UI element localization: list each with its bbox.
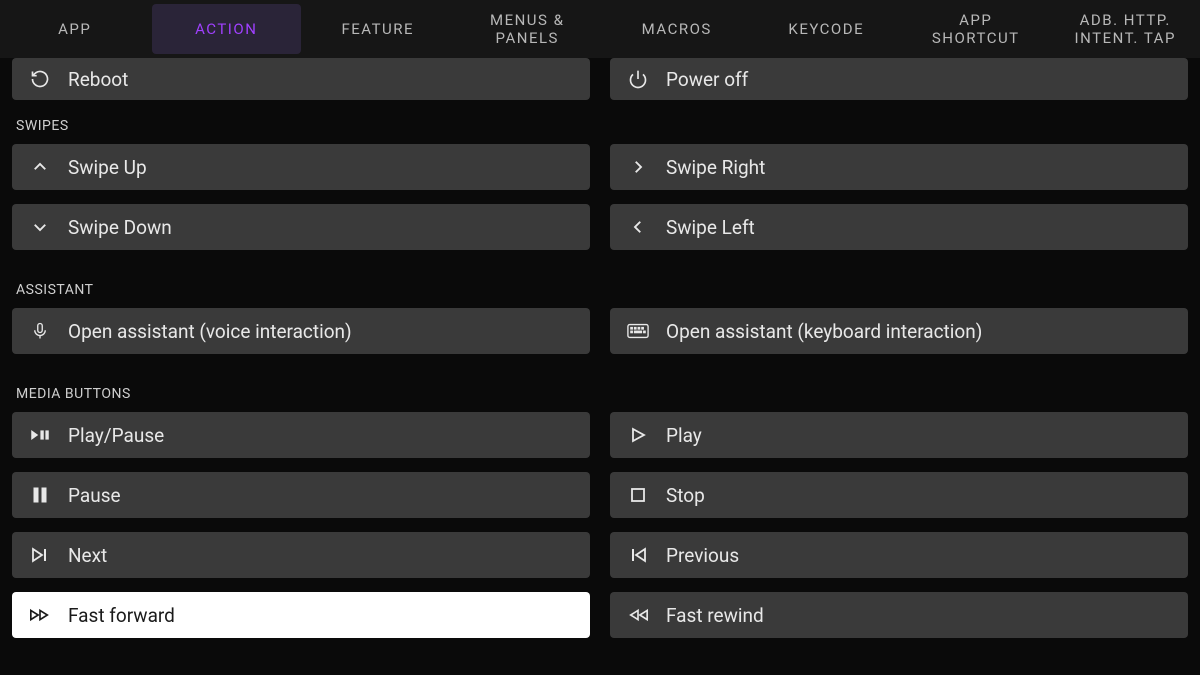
keyboard-icon <box>624 323 652 339</box>
pause-icon <box>26 487 54 503</box>
tab-label: MENUS & PANELS <box>490 11 565 47</box>
action-swipe-left[interactable]: Swipe Left <box>610 204 1188 250</box>
action-fast-rewind[interactable]: Fast rewind <box>610 592 1188 638</box>
tab-label: MACROS <box>642 20 712 38</box>
reboot-icon <box>26 69 54 89</box>
action-label: Stop <box>666 484 705 507</box>
microphone-icon <box>26 321 54 341</box>
tab-macros[interactable]: MACROS <box>602 0 752 58</box>
action-play-pause[interactable]: Play/Pause <box>12 412 590 458</box>
action-reboot[interactable]: Reboot <box>12 58 590 100</box>
action-label: Reboot <box>68 68 128 91</box>
tab-menus-panels[interactable]: MENUS & PANELS <box>453 0 603 58</box>
action-swipe-down[interactable]: Swipe Down <box>12 204 590 250</box>
action-assistant-voice[interactable]: Open assistant (voice interaction) <box>12 308 590 354</box>
section-header-media: MEDIA BUTTONS <box>12 368 1188 412</box>
action-pause[interactable]: Pause <box>12 472 590 518</box>
tab-label: FEATURE <box>341 20 414 38</box>
action-label: Open assistant (keyboard interaction) <box>666 320 982 343</box>
action-label: Pause <box>68 484 121 507</box>
tab-label: ADB. HTTP. INTENT. TAP <box>1075 11 1176 47</box>
tab-label: ACTION <box>195 20 257 38</box>
tab-bar: APP ACTION FEATURE MENUS & PANELS MACROS… <box>0 0 1200 58</box>
tab-label: APP <box>58 20 91 38</box>
chevron-left-icon <box>624 218 652 236</box>
action-play[interactable]: Play <box>610 412 1188 458</box>
action-next[interactable]: Next <box>12 532 590 578</box>
fast-forward-icon <box>26 608 54 622</box>
tab-feature[interactable]: FEATURE <box>303 0 453 58</box>
action-label: Open assistant (voice interaction) <box>68 320 352 343</box>
action-assistant-keyboard[interactable]: Open assistant (keyboard interaction) <box>610 308 1188 354</box>
chevron-right-icon <box>624 158 652 176</box>
section-header-swipes: SWIPES <box>12 100 1188 144</box>
content-area: Reboot Power off SWIPES Swipe Up <box>0 58 1200 652</box>
action-label: Swipe Right <box>666 156 765 179</box>
stop-icon <box>624 487 652 503</box>
tab-adb-http[interactable]: ADB. HTTP. INTENT. TAP <box>1051 0 1200 58</box>
action-swipe-up[interactable]: Swipe Up <box>12 144 590 190</box>
tab-label: APP SHORTCUT <box>932 11 1020 47</box>
action-label: Previous <box>666 544 739 567</box>
section-header-assistant: ASSISTANT <box>12 264 1188 308</box>
action-stop[interactable]: Stop <box>610 472 1188 518</box>
skip-next-icon <box>26 547 54 563</box>
action-power-off[interactable]: Power off <box>610 58 1188 100</box>
action-fast-forward[interactable]: Fast forward <box>12 592 590 638</box>
tab-app[interactable]: APP <box>0 0 150 58</box>
tab-action[interactable]: ACTION <box>152 4 302 54</box>
chevron-up-icon <box>26 158 54 176</box>
action-label: Swipe Left <box>666 216 755 239</box>
action-label: Swipe Up <box>68 156 147 179</box>
action-label: Fast forward <box>68 604 175 627</box>
chevron-down-icon <box>26 218 54 236</box>
power-icon <box>624 69 652 89</box>
skip-previous-icon <box>624 547 652 563</box>
action-previous[interactable]: Previous <box>610 532 1188 578</box>
action-label: Play <box>666 424 702 447</box>
action-swipe-right[interactable]: Swipe Right <box>610 144 1188 190</box>
tab-label: KEYCODE <box>788 20 864 38</box>
action-label: Next <box>68 544 107 567</box>
action-label: Fast rewind <box>666 604 764 627</box>
action-label: Power off <box>666 68 748 91</box>
tab-keycode[interactable]: KEYCODE <box>752 0 902 58</box>
fast-rewind-icon <box>624 608 652 622</box>
tab-app-shortcut[interactable]: APP SHORTCUT <box>901 0 1051 58</box>
play-icon <box>624 427 652 443</box>
play-pause-icon <box>26 428 54 442</box>
action-label: Swipe Down <box>68 216 172 239</box>
action-label: Play/Pause <box>68 424 164 447</box>
